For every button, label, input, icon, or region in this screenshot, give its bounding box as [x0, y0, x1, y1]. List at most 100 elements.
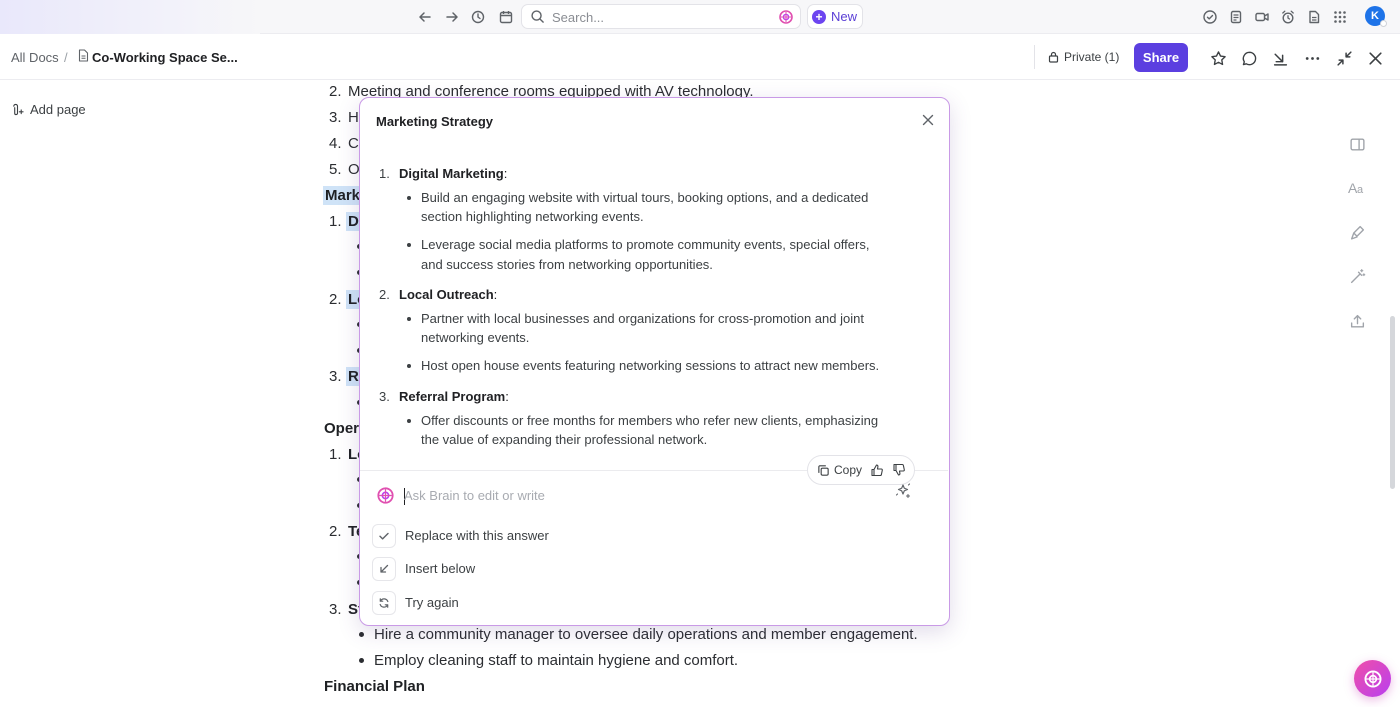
top-bar-gradient: [0, 0, 260, 34]
staffing-bullet-1[interactable]: Hire a community manager to oversee dail…: [374, 626, 918, 643]
privacy-label: Private (1): [1064, 50, 1120, 64]
ask-brain-input[interactable]: Ask Brain to edit or write: [376, 486, 916, 508]
search-bar[interactable]: Search...: [521, 4, 801, 29]
search-icon: [530, 9, 545, 29]
heading-marketing-partial[interactable]: Mark: [323, 186, 363, 205]
list-number: 3.: [329, 109, 342, 126]
calendar-icon[interactable]: [496, 7, 516, 27]
doc-line-partial[interactable]: O: [348, 161, 360, 178]
scrollbar[interactable]: [1390, 316, 1395, 489]
option-label: Insert below: [405, 561, 476, 576]
ask-brain-placeholder: Ask Brain to edit or write: [404, 488, 545, 503]
copy-button[interactable]: Copy: [834, 463, 862, 477]
doc-file-icon: [78, 49, 89, 65]
list-number: 2.: [329, 291, 342, 308]
refresh-icon: [372, 590, 396, 615]
answer-line: and success stories from networking oppo…: [421, 257, 713, 272]
header-divider: [1034, 45, 1035, 69]
try-again-option[interactable]: Try again: [372, 589, 592, 616]
add-page-label: Add page: [30, 102, 86, 117]
section-heading: Local Outreach:: [399, 287, 498, 302]
privacy-button[interactable]: Private (1): [1048, 50, 1119, 64]
ai-brain-panel: Marketing Strategy 1. Digital Marketing:…: [359, 97, 950, 626]
breadcrumb-all-docs[interactable]: All Docs: [11, 50, 59, 65]
list-number: 3.: [329, 368, 342, 385]
doc-header: All Docs / Co-Working Space Se... Privat…: [0, 35, 1400, 80]
answer-line: Leverage social media platforms to promo…: [421, 237, 870, 252]
apps-grid-icon[interactable]: [1330, 7, 1350, 27]
bullet: [407, 317, 411, 321]
section-number: 1.: [379, 166, 390, 181]
status-dot: [1380, 20, 1387, 27]
font-size-icon[interactable]: Aa: [1346, 177, 1368, 199]
magic-wand-icon[interactable]: [1346, 265, 1368, 287]
brain-ai-fab[interactable]: [1354, 660, 1391, 697]
section-heading: Referral Program:: [399, 389, 509, 404]
lock-icon: [1048, 51, 1059, 63]
add-page-icon: [13, 103, 24, 116]
bullet: [407, 364, 411, 368]
copy-icon: [817, 464, 830, 477]
option-label: Try again: [405, 595, 459, 610]
bullet: [407, 196, 411, 200]
brain-ai-icon: [1363, 669, 1382, 688]
list-number: 1.: [329, 213, 342, 230]
top-bar: Search... + New K: [0, 0, 1400, 34]
bullet: [359, 632, 364, 637]
notepad-icon[interactable]: [1226, 7, 1246, 27]
more-options-icon[interactable]: [1301, 47, 1323, 69]
replace-answer-option[interactable]: Replace with this answer: [372, 522, 592, 549]
answer-line: Offer discounts or free months for membe…: [421, 413, 879, 428]
doc-line-partial[interactable]: H: [348, 109, 359, 126]
breadcrumb-doc-title[interactable]: Co-Working Space Se...: [92, 50, 238, 65]
list-number: 5.: [329, 161, 342, 178]
arrow-down-left-icon: [372, 556, 396, 581]
upload-icon[interactable]: [1346, 310, 1368, 332]
format-brush-icon[interactable]: [1346, 221, 1368, 243]
new-button-label: New: [831, 9, 858, 24]
staffing-bullet-2[interactable]: Employ cleaning staff to maintain hygien…: [374, 652, 738, 669]
document-icon[interactable]: [1304, 7, 1324, 27]
history-icon[interactable]: [468, 7, 488, 27]
section-number: 2.: [379, 287, 390, 302]
comment-icon[interactable]: [1238, 47, 1260, 69]
star-icon[interactable]: [1207, 47, 1229, 69]
avatar-initial: K: [1371, 10, 1379, 22]
doc-line-partial[interactable]: C: [348, 135, 359, 152]
close-icon[interactable]: [1364, 47, 1386, 69]
insert-below-option[interactable]: Insert below: [372, 555, 592, 582]
heading-operations-partial[interactable]: Oper: [324, 420, 359, 437]
thumbs-down-icon[interactable]: [892, 463, 906, 477]
new-button[interactable]: + New: [807, 4, 863, 29]
share-button[interactable]: Share: [1134, 43, 1188, 72]
sidebar-panel-icon[interactable]: [1346, 133, 1368, 155]
back-arrow-icon[interactable]: [415, 7, 435, 27]
check-circle-icon[interactable]: [1200, 7, 1220, 27]
minimize-icon[interactable]: [1333, 47, 1355, 69]
section-heading: Digital Marketing:: [399, 166, 508, 181]
plus-icon: +: [812, 9, 826, 24]
answer-line: Host open house events featuring network…: [421, 358, 880, 373]
brain-ai-icon[interactable]: [778, 9, 794, 30]
collapse-down-icon[interactable]: [1269, 47, 1291, 69]
forward-arrow-icon[interactable]: [442, 7, 462, 27]
breadcrumb-separator: /: [64, 50, 68, 65]
list-number: 1.: [329, 446, 342, 463]
bullet: [407, 243, 411, 247]
close-icon[interactable]: [918, 110, 938, 130]
thumbs-up-icon[interactable]: [870, 463, 884, 477]
heading-financial-plan[interactable]: Financial Plan: [324, 678, 425, 695]
checkmark-icon: [372, 523, 396, 548]
user-avatar[interactable]: K: [1365, 6, 1387, 27]
alarm-clock-icon[interactable]: [1278, 7, 1298, 27]
list-number: 2.: [329, 83, 342, 100]
list-number: 3.: [329, 601, 342, 618]
bullet: [359, 658, 364, 663]
sparkle-icon[interactable]: [894, 482, 914, 502]
bullet: [407, 419, 411, 423]
panel-title: Marketing Strategy: [376, 114, 494, 129]
video-camera-icon[interactable]: [1252, 7, 1272, 27]
add-page-button[interactable]: Add page: [11, 102, 86, 117]
option-label: Replace with this answer: [405, 528, 549, 543]
list-number: 2.: [329, 523, 342, 540]
